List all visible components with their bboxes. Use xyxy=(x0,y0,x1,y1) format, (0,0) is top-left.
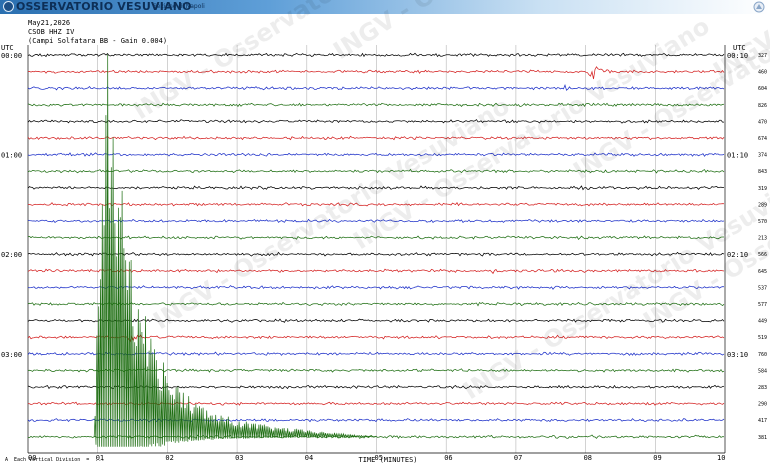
x-tick-label: 06 xyxy=(444,454,452,462)
x-tick-label: 09 xyxy=(653,454,661,462)
trace-count-label: 760 xyxy=(758,352,767,358)
trace-count-label: 577 xyxy=(758,302,767,308)
trace-count-label: 604 xyxy=(758,86,767,92)
row-time-label-right: 03:10 xyxy=(727,351,748,359)
x-tick-label: 07 xyxy=(514,454,522,462)
helicorder-chart: INGV - Osservatorio VesuvianoINGV - Osse… xyxy=(1,0,770,464)
trace-count-label: 566 xyxy=(758,252,767,258)
x-tick-label: 03 xyxy=(235,454,243,462)
x-tick-label: 02 xyxy=(165,454,173,462)
trace-row-9 xyxy=(28,202,725,207)
trace-count-label: 283 xyxy=(758,385,767,391)
trace-count-label: 327 xyxy=(758,53,767,59)
trace-count-label: 470 xyxy=(758,119,767,125)
trace-count-label: 374 xyxy=(758,153,767,159)
row-time-label-left: 00:00 xyxy=(1,52,22,60)
trace-row-0 xyxy=(27,52,725,58)
trace-count-label: 449 xyxy=(758,319,767,325)
trace-count-label: 289 xyxy=(758,202,767,208)
trace-row-4 xyxy=(27,119,724,124)
row-time-label-right: 00:10 xyxy=(727,52,748,60)
trace-count-label: 826 xyxy=(758,103,767,109)
trace-row-13 xyxy=(27,268,725,275)
trace-count-label: 381 xyxy=(758,435,767,441)
trace-count-label: 843 xyxy=(758,169,767,175)
trace-count-label: 417 xyxy=(758,418,767,424)
trace-count-label: 519 xyxy=(758,335,767,341)
trace-count-label: 645 xyxy=(758,269,767,275)
trace-count-label: 674 xyxy=(758,136,767,142)
trace-row-12 xyxy=(27,251,725,257)
row-time-label-left: 03:00 xyxy=(1,351,22,359)
trace-count-label: 319 xyxy=(758,186,767,192)
watermark-text: INGV - Osservatorio Vesuviano xyxy=(148,92,514,335)
row-time-label-left: 02:00 xyxy=(1,251,22,259)
watermark: INGV - Osservatorio VesuvianoINGV - Osse… xyxy=(128,0,770,405)
trace-row-16 xyxy=(27,318,725,323)
x-tick-label: 08 xyxy=(584,454,592,462)
trace-count-label: 290 xyxy=(758,402,767,408)
x-axis-title: TIME (MINUTES) xyxy=(359,456,418,464)
row-time-label-right: 02:10 xyxy=(727,251,748,259)
x-tick-label: 04 xyxy=(305,454,313,462)
trace-count-label: 537 xyxy=(758,285,767,291)
trace-count-label: 584 xyxy=(758,368,767,374)
trace-count-label: 213 xyxy=(758,236,767,242)
x-tick-label: 10 xyxy=(717,454,725,462)
row-time-label-left: 01:00 xyxy=(1,152,22,160)
scale-note: A Each Vertical Division = ... xyxy=(5,457,105,463)
trace-count-label: 460 xyxy=(758,70,767,76)
trace-count-label: 570 xyxy=(758,219,767,225)
row-time-label-right: 01:10 xyxy=(727,152,748,160)
trace-row-17 xyxy=(27,334,725,343)
watermark-text: INGV - Osservatorio Vesuviano xyxy=(128,0,494,125)
